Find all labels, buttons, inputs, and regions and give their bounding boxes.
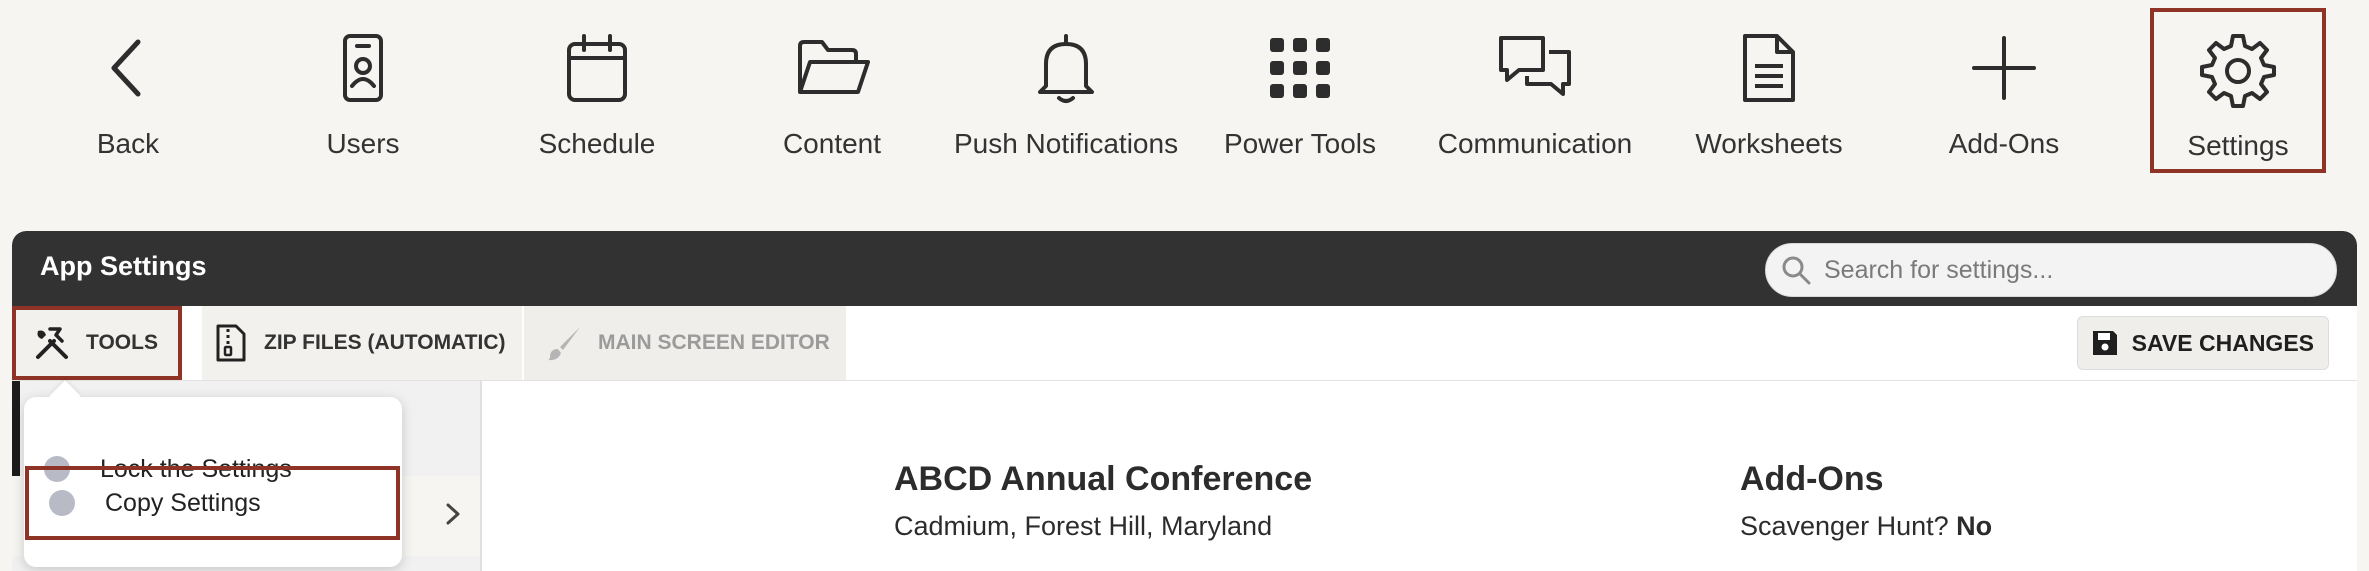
nav-label: Users	[326, 128, 400, 159]
bell-icon	[1026, 28, 1106, 108]
nav-communication[interactable]: Communication	[1430, 10, 1640, 160]
search-icon	[1782, 256, 1811, 285]
nav-label: Settings	[2187, 130, 2289, 161]
nav-users[interactable]: Users	[258, 10, 468, 160]
chevron-right-icon[interactable]	[442, 499, 464, 529]
main-screen-label: MAIN SCREEN EDITOR	[598, 331, 830, 354]
nav-worksheets[interactable]: Worksheets	[1664, 10, 1874, 160]
nav-push-notifications[interactable]: Push Notifications	[954, 10, 1178, 160]
nav-label: Push Notifications	[953, 128, 1179, 159]
nav-label: Power Tools	[1223, 128, 1376, 159]
nav-label: Communication	[1437, 128, 1633, 159]
folder-icon	[792, 28, 872, 108]
main-screen-editor-button[interactable]: MAIN SCREEN EDITOR	[524, 306, 846, 380]
nav-settings[interactable]: Settings	[2150, 8, 2326, 173]
calendar-icon	[557, 28, 637, 108]
settings-toolbar: TOOLS ZIP FILES (AUTOMATIC) MAIN SCREEN …	[12, 306, 2357, 381]
event-location: Cadmium, Forest Hill, Maryland	[894, 511, 1273, 541]
nav-add-ons[interactable]: Add-Ons	[1899, 10, 2109, 160]
radio-dot-icon	[49, 490, 75, 516]
scavenger-hunt-status: Scavenger Hunt? No	[1740, 511, 1992, 542]
scavenger-label: Scavenger Hunt?	[1740, 511, 1949, 541]
panel-header: App Settings	[12, 231, 2357, 306]
sidebar-active-indicator	[12, 381, 20, 476]
plus-icon	[1964, 28, 2044, 108]
nav-label: Back	[96, 128, 160, 159]
user-badge-icon	[323, 28, 403, 108]
zip-file-icon	[216, 324, 246, 362]
tools-icon	[36, 327, 68, 359]
panel-title: App Settings	[40, 251, 207, 281]
save-icon	[2092, 331, 2117, 355]
save-label: SAVE CHANGES	[2131, 329, 2314, 356]
menu-item-label: Copy Settings	[105, 488, 261, 517]
nav-label: Schedule	[538, 128, 656, 159]
brush-icon	[548, 327, 580, 361]
zip-label: ZIP FILES (AUTOMATIC)	[264, 331, 506, 354]
nav-content[interactable]: Content	[727, 10, 937, 160]
back-icon	[88, 28, 168, 108]
nav-schedule[interactable]: Schedule	[492, 10, 702, 160]
grid-icon	[1260, 28, 1340, 108]
save-changes-button[interactable]: SAVE CHANGES	[2076, 316, 2329, 370]
top-navigation: Back Users Schedule Content Push Notific…	[0, 0, 2369, 180]
search-input[interactable]	[1822, 254, 2306, 286]
document-icon	[1729, 28, 1809, 108]
tools-button[interactable]: TOOLS	[12, 306, 182, 380]
nav-power-tools[interactable]: Power Tools	[1195, 10, 1405, 160]
nav-back[interactable]: Back	[23, 10, 233, 160]
addons-title: Add-Ons	[1740, 460, 1884, 498]
nav-label: Add-Ons	[1948, 128, 2060, 159]
tools-label: TOOLS	[86, 331, 158, 354]
chat-icon	[1495, 28, 1575, 108]
event-title: ABCD Annual Conference	[894, 460, 1313, 498]
menu-item-copy-settings[interactable]: Copy Settings	[25, 466, 400, 540]
gear-icon	[2198, 30, 2278, 110]
nav-label: Content	[782, 128, 882, 159]
settings-search[interactable]	[1765, 243, 2337, 297]
zip-files-button[interactable]: ZIP FILES (AUTOMATIC)	[202, 306, 522, 380]
tools-dropdown-menu: Lock the Settings Copy Settings	[24, 397, 402, 567]
scavenger-value: No	[1956, 511, 1993, 541]
nav-label: Worksheets	[1695, 128, 1843, 159]
